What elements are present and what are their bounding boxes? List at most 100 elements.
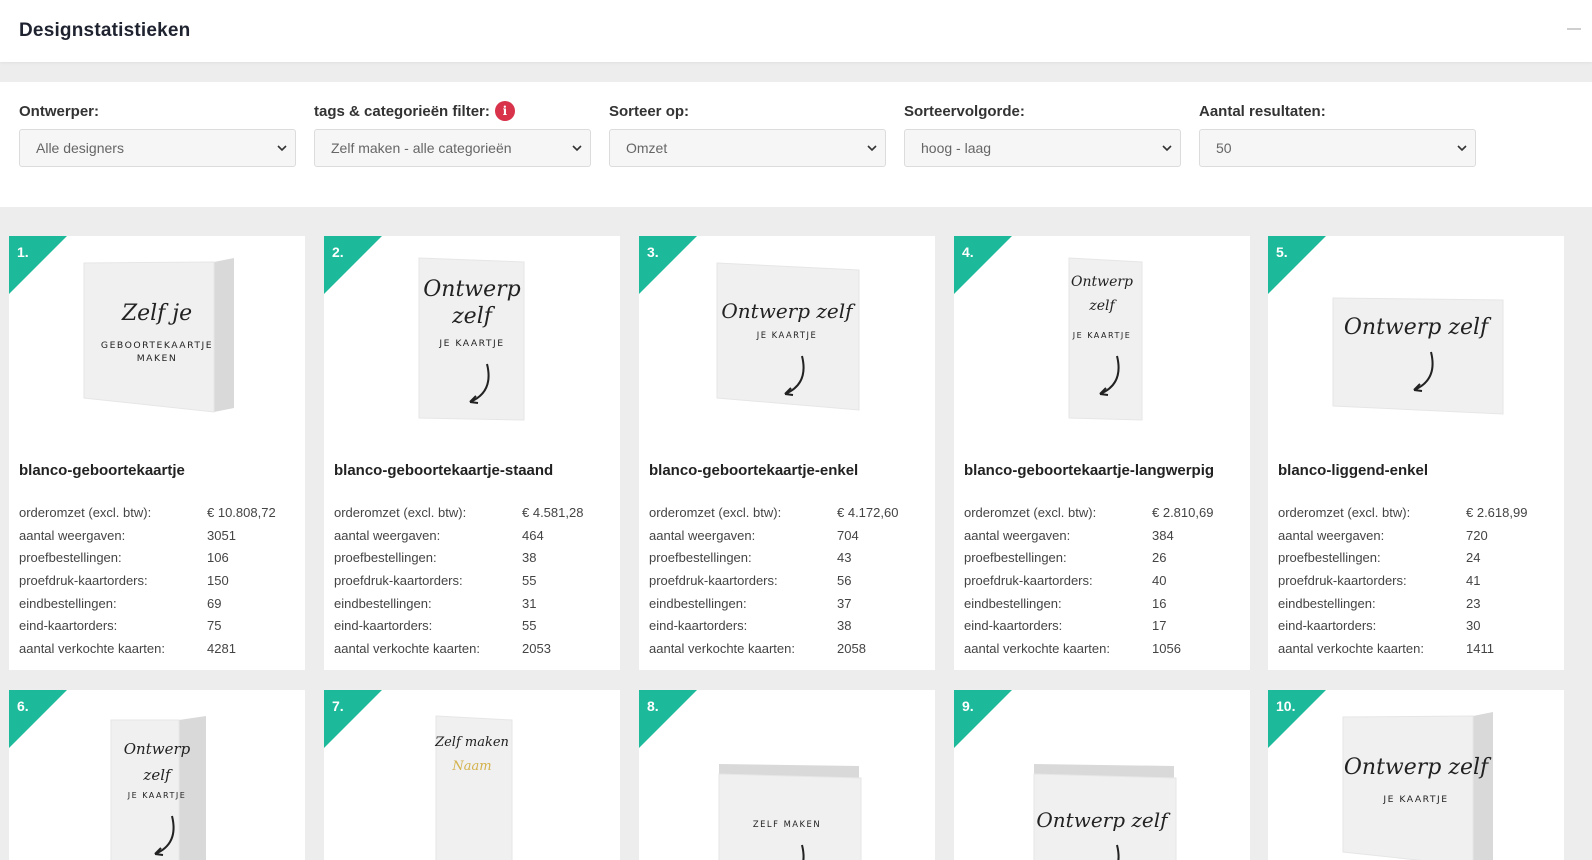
stat-label: eind-kaartorders:	[964, 618, 1063, 634]
stat-label: eind-kaartorders:	[1278, 618, 1377, 634]
stat-value: 43	[837, 550, 852, 566]
stat-label: eind-kaartorders:	[334, 618, 433, 634]
filter-label: Sorteervolgorde:	[904, 100, 1181, 122]
stat-row: eindbestellingen: 16	[964, 592, 1244, 615]
thumbnail-text: JE KAARTJE	[1382, 794, 1448, 805]
design-card[interactable]: Zelf maken Naam 7.	[324, 690, 620, 860]
stat-value: 38	[522, 550, 537, 566]
design-card[interactable]: Ontwerp zelf JE KAARTJE 10.	[1268, 690, 1564, 860]
filter-group: tags & categorieën filter: i Zelf maken - …	[314, 100, 591, 167]
stat-value: 56	[837, 572, 852, 588]
stat-label: proefbestellingen:	[964, 550, 1067, 566]
chevron-down-icon	[867, 145, 877, 152]
filter-group: Sorteervolgorde: hoog - laag	[904, 100, 1181, 167]
stat-value: 55	[522, 618, 537, 634]
collapse-icon[interactable]	[1567, 28, 1581, 30]
stat-label: eindbestellingen:	[334, 595, 432, 611]
stat-value: 106	[207, 550, 229, 566]
page-title: Designstatistieken	[19, 20, 191, 41]
stat-value: € 2.618,99	[1466, 504, 1528, 520]
stat-label: aantal verkochte kaarten:	[1278, 640, 1424, 656]
filter-label-text: tags & categorieën filter:	[314, 102, 490, 120]
design-card[interactable]: Ontwerp zelf JE KAARTJE 4. blanco-geboorteka…	[954, 236, 1250, 670]
stat-label: orderomzet (excl. btw):	[1278, 504, 1411, 520]
stat-label: aantal verkochte kaarten:	[19, 640, 165, 656]
stat-label: aantal weergaven:	[1278, 527, 1385, 543]
filter-select[interactable]: hoog - laag	[904, 129, 1181, 167]
rank-number: 5.	[1276, 244, 1288, 260]
stat-label: proefbestellingen:	[649, 550, 752, 566]
stat-value: 23	[1466, 595, 1481, 611]
rank-number: 10.	[1276, 698, 1296, 714]
filter-select-value: Omzet	[626, 140, 668, 156]
stat-row: eind-kaartorders: 55	[334, 614, 614, 637]
design-card[interactable]: Ontwerp zelf JE KAARTJE 2. blanco-geboorteka…	[324, 236, 620, 670]
filter-label: tags & categorieën filter: i	[314, 100, 591, 122]
stat-label: eind-kaartorders:	[19, 618, 118, 634]
card-fold-shape	[1473, 712, 1493, 860]
design-card[interactable]: Ontwerp zelf 5. blanco-liggend-enkel ordero…	[1268, 236, 1564, 670]
filter-select[interactable]: Zelf maken - alle categorieën	[314, 129, 591, 167]
design-stats: orderomzet (excl. btw): € 2.810,69 aantal …	[964, 501, 1244, 660]
stat-row: eind-kaartorders: 30	[1278, 614, 1558, 637]
design-card[interactable]: Zelf je GEBOORTEKAARTJE MAKEN 1. blanco-gebo…	[9, 236, 305, 670]
card-face-shape	[1342, 715, 1474, 860]
stat-row: aantal verkochte kaarten: 2058	[649, 637, 929, 660]
stat-value: 24	[1466, 550, 1481, 566]
thumbnail-text: JE KAARTJE	[1072, 331, 1132, 340]
stat-row: eind-kaartorders: 17	[964, 614, 1244, 637]
filter-select[interactable]: Omzet	[609, 129, 886, 167]
stat-row: orderomzet (excl. btw): € 10.808,72	[19, 501, 299, 524]
design-card[interactable]: ZELF MAKEN 8.	[639, 690, 935, 860]
stat-row: aantal verkochte kaarten: 4281	[19, 637, 299, 660]
design-name[interactable]: blanco-geboortekaartje-enkel	[649, 462, 858, 479]
card-fold-shape	[214, 258, 234, 412]
stat-value: € 4.581,28	[522, 504, 584, 520]
design-stats: orderomzet (excl. btw): € 10.808,72 aantal…	[19, 501, 299, 660]
rank-number: 8.	[647, 698, 659, 714]
filter-select[interactable]: Alle designers	[19, 129, 296, 167]
stat-row: aantal weergaven: 3051	[19, 524, 299, 547]
stat-row: proefdruk-kaartorders: 41	[1278, 569, 1558, 592]
stat-row: proefbestellingen: 106	[19, 546, 299, 569]
design-name[interactable]: blanco-geboortekaartje-langwerpig	[964, 462, 1214, 479]
stat-value: 2058	[837, 640, 866, 656]
design-card[interactable]: Ontwerp zelf 9.	[954, 690, 1250, 860]
design-card[interactable]: Ontwerp zelf JE KAARTJE 3. blanco-geboortek…	[639, 236, 935, 670]
thumbnail-text: JE KAARTJE	[438, 338, 504, 349]
thumbnail-text: Ontwerp	[1071, 274, 1133, 290]
stat-row: proefbestellingen: 24	[1278, 546, 1558, 569]
stat-row: proefdruk-kaartorders: 40	[964, 569, 1244, 592]
thumbnail-text: ZELF MAKEN	[753, 819, 821, 829]
card-face-shape	[83, 261, 215, 413]
stat-row: aantal weergaven: 704	[649, 524, 929, 547]
stat-label: proefdruk-kaartorders:	[1278, 572, 1407, 588]
filter-select[interactable]: 50	[1199, 129, 1476, 167]
filter-select-value: 50	[1216, 140, 1232, 156]
thumbnail-text: zelf	[142, 766, 173, 784]
info-icon[interactable]: i	[494, 101, 515, 121]
design-card[interactable]: Ontwerp zelf JE KAARTJE 6.	[9, 690, 305, 860]
stat-value: 38	[837, 618, 852, 634]
chevron-down-icon	[1162, 145, 1172, 152]
stat-label: aantal verkochte kaarten:	[649, 640, 795, 656]
stat-row: eindbestellingen: 69	[19, 592, 299, 615]
thumbnail-text: Ontwerp zelf	[1344, 315, 1492, 340]
thumbnail-text: JE KAARTJE	[756, 330, 818, 340]
stat-value: 30	[1466, 618, 1481, 634]
stat-label: proefdruk-kaartorders:	[334, 572, 463, 588]
rank-number: 1.	[17, 244, 29, 260]
stat-value: 150	[207, 572, 229, 588]
filter-select-value: hoog - laag	[921, 140, 992, 156]
stat-label: proefbestellingen:	[334, 550, 437, 566]
stat-label: eindbestellingen:	[19, 595, 117, 611]
design-name[interactable]: blanco-geboortekaartje	[19, 462, 185, 479]
rank-number: 9.	[962, 698, 974, 714]
stat-label: eind-kaartorders:	[649, 618, 748, 634]
design-name[interactable]: blanco-geboortekaartje-staand	[334, 462, 553, 479]
stat-label: eindbestellingen:	[649, 595, 747, 611]
rank-number: 6.	[17, 698, 29, 714]
design-name[interactable]: blanco-liggend-enkel	[1278, 462, 1428, 479]
stat-row: eind-kaartorders: 75	[19, 614, 299, 637]
card-face-shape	[718, 773, 862, 860]
